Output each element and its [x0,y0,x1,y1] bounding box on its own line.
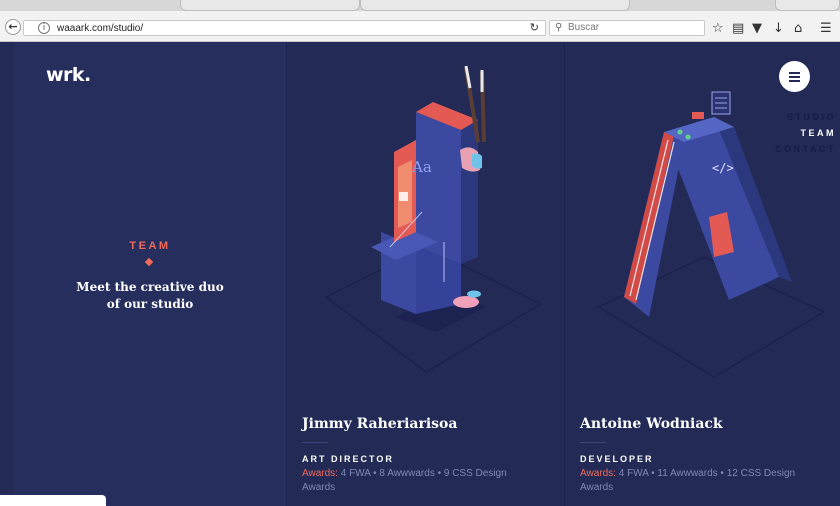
awards-label: Awards: [580,468,616,479]
intro-text: Meet the creative duo of our studio [76,280,224,311]
site-nav: STUDIO TEAM CONTACT [775,109,836,157]
star-icon[interactable]: ☆ [712,22,724,36]
home-icon[interactable]: ⌂ [794,22,802,36]
info-icon[interactable]: i [38,22,50,34]
nav-item-contact[interactable]: CONTACT [775,141,836,157]
reading-list-icon[interactable]: ▤ [732,22,744,36]
tab-strip [0,0,840,11]
nav-item-studio[interactable]: STUDIO [775,109,836,125]
name-divider [302,442,328,443]
browser-tab[interactable] [775,0,840,11]
member-role: ART DIRECTOR [302,454,394,464]
letter-a-illustration: </> [597,91,826,378]
member-name: Jimmy Raheriarisoa [302,416,458,432]
browser-tab[interactable] [180,0,360,11]
search-icon: ⚲ [555,22,563,33]
bottom-popup[interactable] [0,495,106,506]
hamburger-line [789,80,800,82]
team-card-jimmy[interactable]: Aa Jimmy Raheriarisoa ART DIRECTOR Award… [286,42,564,506]
letter-j-caption: Aa [411,158,432,176]
browser-toolbar: ← i waaark.com/studio/ ↻ ⚲ Buscar ☆ ▤ ▼ … [0,11,840,42]
member-awards: Awards: 4 FWA • 11 Awwwards • 12 CSS Des… [580,467,820,495]
awards-label: Awards: [302,468,338,479]
section-label: TEAM [129,240,171,252]
download-icon[interactable]: ↓ [773,22,784,36]
browser-chrome: ← i waaark.com/studio/ ↻ ⚲ Buscar ☆ ▤ ▼ … [0,0,840,42]
nav-item-team[interactable]: TEAM [775,125,836,141]
letter-j-illustration: Aa [324,65,543,373]
search-input[interactable]: ⚲ Buscar [549,20,705,36]
site-logo[interactable]: wrk. [46,64,91,86]
intro-panel: wrk. TEAM Meet the creative duo of our s… [14,42,286,506]
url-text[interactable]: waaark.com/studio/ [57,22,143,35]
letter-a-caption: </> [712,161,734,175]
menu-button[interactable] [779,61,810,92]
hamburger-line [789,76,800,78]
search-placeholder: Buscar [568,22,600,33]
back-arrow-icon[interactable]: ← [5,19,21,35]
reload-icon[interactable]: ↻ [530,21,539,35]
browser-tab[interactable] [360,0,630,11]
member-awards: Awards: 4 FWA • 8 Awwwards • 9 CSS Desig… [302,467,542,495]
hamburger-line [789,72,800,74]
diamond-icon [144,257,154,267]
member-role: DEVELOPER [580,454,654,464]
url-bar[interactable]: i waaark.com/studio/ ↻ [23,20,546,36]
page: wrk. TEAM Meet the creative duo of our s… [14,42,840,506]
name-divider [580,442,606,443]
menu-icon[interactable]: ☰ [820,22,832,36]
pocket-icon[interactable]: ▼ [752,22,762,36]
member-name: Antoine Wodniack [580,416,723,432]
